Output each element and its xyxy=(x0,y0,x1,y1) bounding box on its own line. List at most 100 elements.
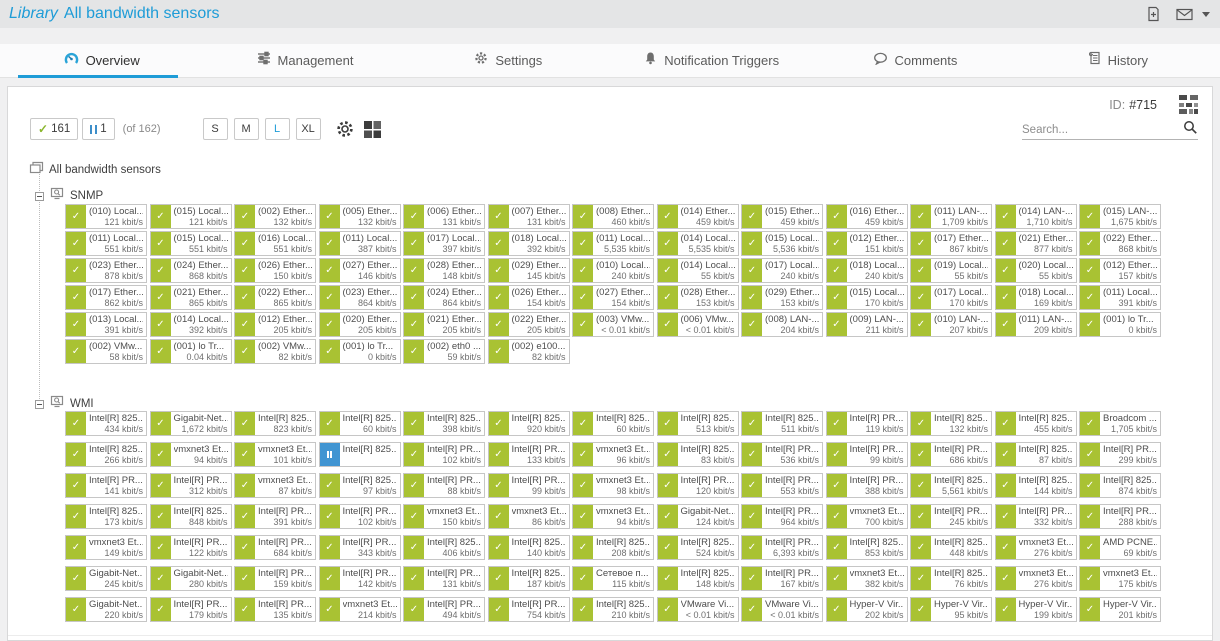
sensor-tile[interactable]: ✓(018) Local...240 kbit/s xyxy=(826,258,908,283)
gear-icon[interactable] xyxy=(335,119,355,139)
sensor-tile[interactable]: ✓Intel[R] 825...455 kbit/s xyxy=(995,411,1077,436)
sensor-tile[interactable]: ✓vmxnet3 Et...149 kbit/s xyxy=(65,535,147,560)
sensor-tile[interactable]: ✓Intel[R] 825...148 kbit/s xyxy=(657,566,739,591)
sensor-tile[interactable]: ✓Intel[R] 825...83 kbit/s xyxy=(657,442,739,467)
sensor-tile[interactable]: ✓Intel[R] 825...853 kbit/s xyxy=(826,535,908,560)
sensor-tile[interactable]: ✓vmxnet3 Et...214 kbit/s xyxy=(319,597,401,622)
sensor-tile[interactable]: ✓Intel[R] PR...167 kbit/s xyxy=(741,566,823,591)
sensor-tile[interactable]: ✓(011) LAN-...1,709 kbit/s xyxy=(910,204,992,229)
sensor-tile[interactable]: ✓(017) Local...170 kbit/s xyxy=(910,285,992,310)
collapse-icon[interactable] xyxy=(35,400,44,409)
sensor-tile[interactable]: ✓(012) Ether...205 kbit/s xyxy=(234,312,316,337)
sensor-tile[interactable]: ✓Intel[R] PR...299 kbit/s xyxy=(1079,442,1161,467)
sensor-tile[interactable]: ✓(001) lo Tr...0 kbit/s xyxy=(1079,312,1161,337)
sensor-tile[interactable]: ✓Intel[R] 825...406 kbit/s xyxy=(403,535,485,560)
sensor-tile[interactable]: ✓Intel[R] PR...141 kbit/s xyxy=(65,473,147,498)
sensor-tile[interactable]: ✓Hyper-V Vir...199 kbit/s xyxy=(995,597,1077,622)
sensor-tile[interactable]: ✓Intel[R] PR...553 kbit/s xyxy=(741,473,823,498)
sensor-tile[interactable]: ✓Intel[R] 825...5,561 kbit/s xyxy=(910,473,992,498)
sensor-tile[interactable]: ✓Gigabit-Net...220 kbit/s xyxy=(65,597,147,622)
sensor-tile[interactable]: ✓Intel[R] PR...6,393 kbit/s xyxy=(741,535,823,560)
sensor-tile[interactable]: ✓Intel[R] 825...511 kbit/s xyxy=(741,411,823,436)
sensor-tile[interactable]: ✓Intel[R] 825...210 kbit/s xyxy=(572,597,654,622)
sensor-tile[interactable]: ✓(011) Local...391 kbit/s xyxy=(1079,285,1161,310)
sensor-tile[interactable]: ✓(010) Local...121 kbit/s xyxy=(65,204,147,229)
sensor-tile[interactable]: ✓Intel[R] 825...524 kbit/s xyxy=(657,535,739,560)
size-button-xl[interactable]: XL xyxy=(296,118,321,140)
sensor-tile[interactable]: ✓(009) LAN-...211 kbit/s xyxy=(826,312,908,337)
search-icon[interactable] xyxy=(1183,120,1198,140)
sensor-tile[interactable]: ✓Intel[R] PR...494 kbit/s xyxy=(403,597,485,622)
sensor-tile[interactable]: ✓vmxnet3 Et...94 kbit/s xyxy=(572,504,654,529)
sensor-tile[interactable]: ✓(002) e100...82 kbit/s xyxy=(488,339,570,364)
sensor-tile[interactable]: ✓vmxnet3 Et...150 kbit/s xyxy=(403,504,485,529)
sensor-tile[interactable]: ✓(024) Ether...868 kbit/s xyxy=(150,258,232,283)
sensor-tile[interactable]: ✓Intel[R] PR...388 kbit/s xyxy=(826,473,908,498)
sensor-tile[interactable]: ✓(028) Ether...153 kbit/s xyxy=(657,285,739,310)
sensor-tile[interactable]: ✓(027) Ether...154 kbit/s xyxy=(572,285,654,310)
sensor-tile[interactable]: ✓Hyper-V Vir...95 kbit/s xyxy=(910,597,992,622)
sensor-tile[interactable]: ✓Intel[R] PR...99 kbit/s xyxy=(826,442,908,467)
sensor-tile[interactable]: ✓Intel[R] PR...332 kbit/s xyxy=(995,504,1077,529)
sensor-tile[interactable]: ✓Intel[R] 825...140 kbit/s xyxy=(488,535,570,560)
sensor-tile[interactable]: ✓vmxnet3 Et...700 kbit/s xyxy=(826,504,908,529)
sensor-tile[interactable]: ✓Intel[R] 825...266 kbit/s xyxy=(65,442,147,467)
sensor-tile[interactable]: ✓Intel[R] PR...288 kbit/s xyxy=(1079,504,1161,529)
sensor-tile[interactable]: ✓(011) LAN-...209 kbit/s xyxy=(995,312,1077,337)
sensor-tile[interactable]: ✓(006) VMw...< 0.01 kbit/s xyxy=(657,312,739,337)
grid-view-icon[interactable] xyxy=(363,120,382,139)
sensor-tile[interactable]: ✓(003) VMw...< 0.01 kbit/s xyxy=(572,312,654,337)
sensor-tile[interactable]: ✓(001) lo Tr...0.04 kbit/s xyxy=(150,339,232,364)
tree-root[interactable]: All bandwidth sensors xyxy=(29,161,161,179)
sensor-tile[interactable]: ✓(029) Ether...153 kbit/s xyxy=(741,285,823,310)
sensor-tile[interactable]: ✓Intel[R] PR...122 kbit/s xyxy=(150,535,232,560)
size-button-m[interactable]: M xyxy=(234,118,259,140)
sensor-tile[interactable]: ✓Intel[R] 825...187 kbit/s xyxy=(488,566,570,591)
qr-code-icon[interactable] xyxy=(1179,95,1198,114)
sensor-tile[interactable]: ✓Сетевое п...115 kbit/s xyxy=(572,566,654,591)
sensor-tile[interactable]: ✓Intel[R] 825...434 kbit/s xyxy=(65,411,147,436)
sensor-tile[interactable]: ✓(021) Ether...865 kbit/s xyxy=(150,285,232,310)
sensor-tile[interactable]: ✓(011) Local...5,535 kbit/s xyxy=(572,231,654,256)
sensor-tile[interactable]: ✓vmxnet3 Et...96 kbit/s xyxy=(572,442,654,467)
sensor-tile[interactable]: ✓Intel[R] PR...686 kbit/s xyxy=(910,442,992,467)
sensor-tile[interactable]: ✓(012) Ether...157 kbit/s xyxy=(1079,258,1161,283)
email-icon[interactable] xyxy=(1176,8,1193,21)
sensor-tile[interactable]: ✓Intel[R] PR...135 kbit/s xyxy=(234,597,316,622)
sensor-tile[interactable]: ✓(010) Local...240 kbit/s xyxy=(572,258,654,283)
tab-comments[interactable]: Comments xyxy=(813,44,1016,77)
tab-management[interactable]: Management xyxy=(203,44,406,77)
sensor-tile[interactable]: ✓VMware Vi...< 0.01 kbit/s xyxy=(657,597,739,622)
sensor-tile[interactable]: ✓Intel[R] PR...536 kbit/s xyxy=(741,442,823,467)
sensor-tile[interactable]: ✓(014) Local...55 kbit/s xyxy=(657,258,739,283)
sensor-tile[interactable]: ✓(002) VMw...58 kbit/s xyxy=(65,339,147,364)
sensor-tile[interactable]: ✓Broadcom ...1,705 kbit/s xyxy=(1079,411,1161,436)
size-button-l[interactable]: L xyxy=(265,118,290,140)
sensor-tile[interactable]: ✓Intel[R] PR...754 kbit/s xyxy=(488,597,570,622)
sensor-tile[interactable]: ✓(018) Local...169 kbit/s xyxy=(995,285,1077,310)
sensor-tile[interactable]: ✓(014) Ether...459 kbit/s xyxy=(657,204,739,229)
sensor-tile[interactable]: ✓Intel[R] PR...964 kbit/s xyxy=(741,504,823,529)
sensor-tile[interactable]: ✓Intel[R] 825...60 kbit/s xyxy=(572,411,654,436)
sensor-tile[interactable]: ✓(014) Local...392 kbit/s xyxy=(150,312,232,337)
sensor-tile[interactable]: ✓Intel[R] PR...99 kbit/s xyxy=(488,473,570,498)
sensor-tile[interactable]: ✓(022) Ether...868 kbit/s xyxy=(1079,231,1161,256)
sensor-tile[interactable]: ✓(002) eth0 ...59 kbit/s xyxy=(403,339,485,364)
sensor-tile[interactable]: ✓vmxnet3 Et...382 kbit/s xyxy=(826,566,908,591)
sensor-tile[interactable]: ✓Hyper-V Vir...202 kbit/s xyxy=(826,597,908,622)
sensor-tile[interactable]: ✓vmxnet3 Et...98 kbit/s xyxy=(572,473,654,498)
sensor-tile[interactable]: ✓(021) Ether...205 kbit/s xyxy=(403,312,485,337)
paused-sensors-filter-button[interactable]: 1 xyxy=(82,118,114,140)
sensor-tile[interactable]: ✓Intel[R] PR...102 kbit/s xyxy=(403,442,485,467)
sensor-tile[interactable]: ✓vmxnet3 Et...101 kbit/s xyxy=(234,442,316,467)
sensor-tile[interactable]: ✓(006) Ether...131 kbit/s xyxy=(403,204,485,229)
sensor-tile[interactable]: ✓(016) Local...551 kbit/s xyxy=(234,231,316,256)
sensor-tile[interactable]: ✓Gigabit-Net...1,672 kbit/s xyxy=(150,411,232,436)
sensor-tile[interactable]: ✓(012) Ether...151 kbit/s xyxy=(826,231,908,256)
sensor-tile[interactable]: ✓(014) LAN-...1,710 kbit/s xyxy=(995,204,1077,229)
sensor-tile[interactable]: ✓Intel[R] 825...144 kbit/s xyxy=(995,473,1077,498)
sensor-tile[interactable]: ✓Intel[R] 825...874 kbit/s xyxy=(1079,473,1161,498)
sensor-tile[interactable]: ✓AMD PCNE...69 kbit/s xyxy=(1079,535,1161,560)
tab-settings[interactable]: Settings xyxy=(407,44,610,77)
sensor-tile[interactable]: ✓vmxnet3 Et...175 kbit/s xyxy=(1079,566,1161,591)
